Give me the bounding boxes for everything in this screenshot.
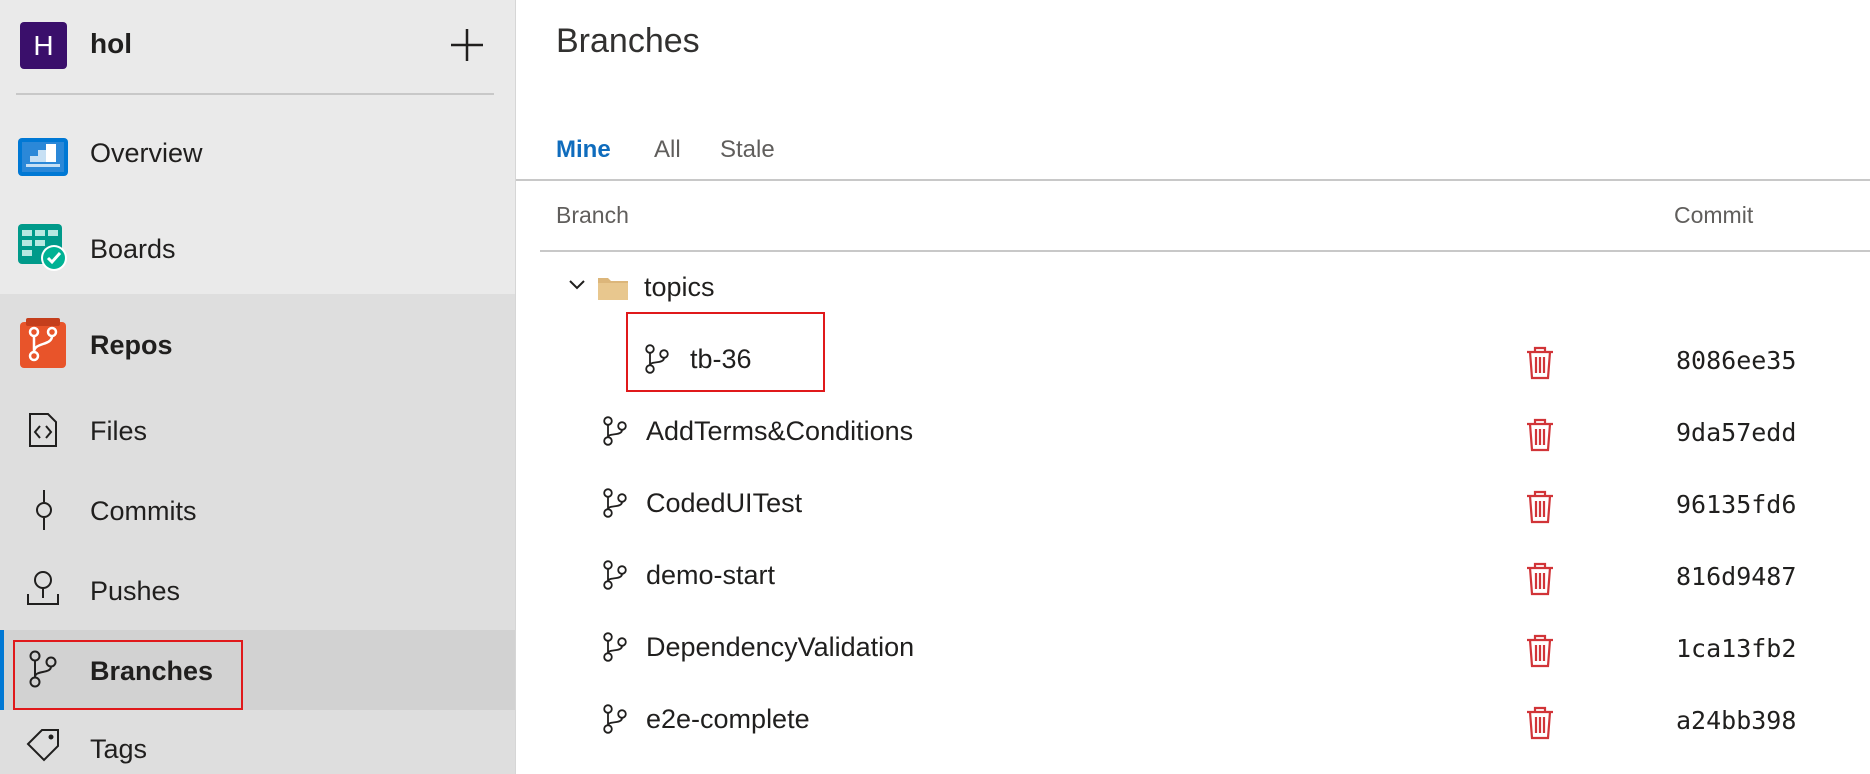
sidebar: H hol Overview Boards Repos Files Commit…	[0, 0, 516, 774]
branch-row[interactable]: demo-start 816d9487	[516, 540, 1870, 612]
plus-icon[interactable]	[448, 26, 486, 64]
folder-row[interactable]: topics	[516, 252, 1870, 324]
commit-hash-link[interactable]: 1ca13fb2	[1676, 634, 1796, 663]
chevron-down-icon[interactable]	[568, 278, 586, 296]
branch-name-link[interactable]: DependencyValidation	[646, 632, 914, 663]
branch-icon	[602, 560, 628, 590]
nav-label-boards: Boards	[90, 234, 176, 264]
column-header-branch[interactable]: Branch	[556, 202, 629, 229]
nav-label-pushes: Pushes	[90, 576, 181, 606]
project-avatar[interactable]: H	[20, 22, 67, 69]
nav-label-branches: Branches	[90, 656, 214, 686]
main-content: Branches Mine All Stale Branch Commit to…	[516, 0, 1870, 774]
nav-label-commits: Commits	[90, 496, 197, 526]
nav-item-overview[interactable]: Overview	[0, 112, 515, 192]
nav-label-overview: Overview	[90, 138, 203, 168]
commit-hash-link[interactable]: 9da57edd	[1676, 418, 1796, 447]
branch-icon	[28, 650, 58, 693]
repos-section: Repos Files Commits Pushes Branches Tags	[0, 294, 515, 774]
nav-item-repos[interactable]: Repos	[0, 294, 515, 374]
folder-name: topics	[644, 272, 715, 302]
page-title: Branches	[556, 22, 700, 60]
branch-name-link[interactable]: CodedUITest	[646, 488, 802, 519]
overview-icon	[18, 130, 68, 181]
nav-item-tags[interactable]: Tags	[0, 714, 515, 774]
commit-hash-link[interactable]: 96135fd6	[1676, 490, 1796, 519]
branch-icon	[602, 416, 628, 446]
repos-icon	[20, 318, 66, 373]
project-header: H hol	[0, 0, 515, 94]
nav-item-commits[interactable]: Commits	[0, 474, 515, 546]
branch-name-link[interactable]: tb-36	[690, 344, 752, 375]
trash-icon[interactable]	[1526, 490, 1554, 524]
branch-row[interactable]: e2e-complete a24bb398	[516, 684, 1870, 756]
tabs-divider	[516, 179, 1870, 181]
branch-row[interactable]: AddTerms&Conditions 9da57edd	[516, 396, 1870, 468]
column-header-commit[interactable]: Commit	[1674, 202, 1753, 229]
tab-mine[interactable]: Mine	[556, 136, 611, 164]
tab-stale[interactable]: Stale	[720, 136, 775, 164]
nav-item-pushes[interactable]: Pushes	[0, 554, 515, 626]
trash-icon[interactable]	[1526, 706, 1554, 740]
trash-icon[interactable]	[1526, 346, 1554, 380]
file-code-icon	[28, 412, 58, 453]
nav-item-files[interactable]: Files	[0, 394, 515, 466]
nav-label-repos: Repos	[90, 330, 173, 360]
boards-icon	[18, 222, 68, 277]
folder-icon	[598, 274, 628, 305]
branch-icon	[602, 488, 628, 518]
push-icon	[26, 570, 60, 611]
project-name[interactable]: hol	[90, 28, 132, 60]
trash-icon[interactable]	[1526, 418, 1554, 452]
commit-hash-link[interactable]: 816d9487	[1676, 562, 1796, 591]
tag-icon	[26, 728, 60, 767]
branch-row[interactable]: tb-36 8086ee35	[516, 324, 1870, 396]
trash-icon[interactable]	[1526, 562, 1554, 596]
branch-icon	[602, 704, 628, 734]
tab-all[interactable]: All	[654, 136, 681, 164]
branch-name-link[interactable]: demo-start	[646, 560, 775, 591]
sidebar-divider	[16, 93, 494, 95]
branch-icon	[602, 632, 628, 662]
nav-label-files: Files	[90, 416, 148, 446]
commit-icon	[34, 490, 54, 535]
branch-icon	[644, 344, 670, 374]
commit-hash-link[interactable]: 8086ee35	[1676, 346, 1796, 375]
active-indicator	[0, 630, 4, 710]
nav-label-tags: Tags	[90, 734, 148, 764]
nav-item-boards[interactable]: Boards	[0, 208, 515, 288]
branch-row[interactable]: DependencyValidation 1ca13fb2	[516, 612, 1870, 684]
commit-hash-link[interactable]: a24bb398	[1676, 706, 1796, 735]
branch-row[interactable]: CodedUITest 96135fd6	[516, 468, 1870, 540]
nav-item-branches[interactable]: Branches	[0, 630, 515, 710]
branch-name-link[interactable]: e2e-complete	[646, 704, 810, 735]
branch-name-link[interactable]: AddTerms&Conditions	[646, 416, 913, 447]
trash-icon[interactable]	[1526, 634, 1554, 668]
